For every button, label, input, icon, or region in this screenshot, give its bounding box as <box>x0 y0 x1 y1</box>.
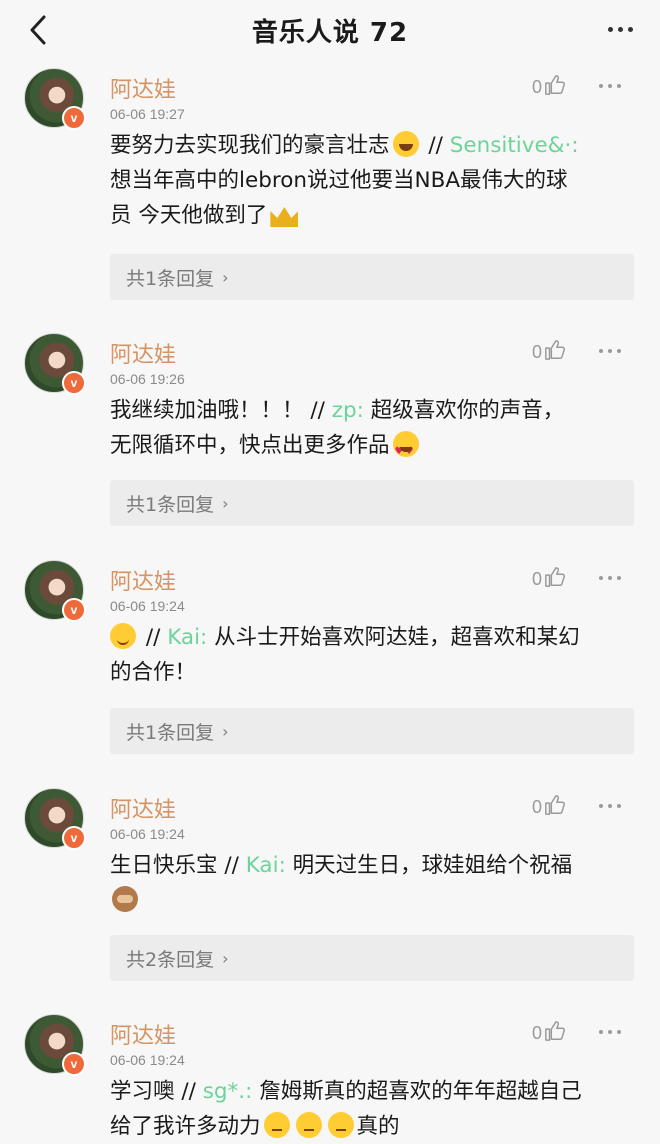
more-dots-icon <box>607 26 633 32</box>
comment-time: 06-06 19:24 <box>110 598 185 614</box>
chevron-right-icon: › <box>222 267 229 287</box>
commenter-name[interactable]: 阿达娃 <box>110 337 176 369</box>
like-button[interactable]: 0 <box>532 74 566 96</box>
view-replies-button[interactable]: 共1条回复 › <box>110 480 634 526</box>
smile-emoji-icon <box>110 623 136 649</box>
neutral-face-emoji-icon <box>295 1112 322 1138</box>
comment-text: // Kai: 从斗士开始喜欢阿达娃，超喜欢和某幻 的合作！ <box>110 623 580 685</box>
comment-time: 06-06 19:24 <box>110 826 185 842</box>
more-dots-icon <box>599 84 621 88</box>
comment-text: 学习噢 // sg*.: 詹姆斯真的超喜欢的年年超越自己 给了我许多动力 真的 <box>110 1079 582 1139</box>
mention-link[interactable]: Sensitive&·: <box>450 133 579 158</box>
comment-time: 06-06 19:27 <box>110 106 185 122</box>
chevron-right-icon: › <box>222 493 229 513</box>
comment-more-button[interactable] <box>592 568 628 588</box>
chevron-right-icon: › <box>222 721 229 741</box>
more-dots-icon <box>599 349 621 353</box>
view-replies-button[interactable]: 共2条回复 › <box>110 935 634 981</box>
like-button[interactable]: 0 <box>532 794 566 816</box>
commenter-name[interactable]: 阿达娃 <box>110 564 176 596</box>
comment-text: 生日快乐宝 // Kai: 明天过生日，球娃姐给个祝福 <box>110 848 636 918</box>
comment-more-button[interactable] <box>592 341 628 361</box>
commenter-name[interactable]: 阿达娃 <box>110 72 176 104</box>
thumbs-up-icon <box>545 795 566 815</box>
thumbs-up-icon <box>545 1021 566 1041</box>
more-options-button[interactable] <box>600 14 640 44</box>
like-button[interactable]: 0 <box>532 1020 566 1042</box>
like-button[interactable]: 0 <box>532 339 566 361</box>
comment-text: 要努力去实现我们的豪言壮志 // Sensitive&·: 想当年高中的lebro… <box>110 131 579 228</box>
thumbs-up-icon <box>545 567 566 587</box>
thumbs-up-icon <box>545 340 566 360</box>
like-count: 0 <box>532 797 543 817</box>
comment-more-button[interactable] <box>592 796 628 816</box>
like-count: 0 <box>532 342 543 362</box>
mention-link[interactable]: zp: <box>332 398 364 423</box>
comment-time: 06-06 19:26 <box>110 371 185 387</box>
more-dots-icon <box>599 1030 621 1034</box>
page-title: 音乐人说 72 <box>251 18 409 48</box>
crown-emoji-icon <box>270 207 299 227</box>
mention-link[interactable]: Kai: <box>167 625 207 650</box>
comment-more-button[interactable] <box>592 76 628 96</box>
avatar[interactable]: v <box>24 788 86 850</box>
verified-badge-icon: v <box>62 598 86 622</box>
avatar[interactable]: v <box>24 68 86 130</box>
comment-text: 我继续加油哦！！！ // zp: 超级喜欢你的声音， 无限循环中，快点出更多作品 <box>110 393 636 469</box>
commenter-name[interactable]: 阿达娃 <box>110 1018 176 1050</box>
comment-more-button[interactable] <box>592 1022 628 1042</box>
neutral-face-emoji-icon <box>327 1112 354 1138</box>
avatar[interactable]: v <box>24 560 86 622</box>
verified-badge-icon: v <box>62 371 86 395</box>
verified-badge-icon: v <box>62 826 86 850</box>
like-count: 0 <box>532 569 543 589</box>
nav-bar: 音乐人说 72 <box>0 0 660 58</box>
mention-link[interactable]: Kai: <box>246 853 286 878</box>
view-replies-button[interactable]: 共1条回复 › <box>110 708 634 754</box>
more-dots-icon <box>599 576 621 580</box>
like-count: 0 <box>532 77 543 97</box>
avatar[interactable]: v <box>24 333 86 395</box>
chevron-right-icon: › <box>222 948 229 968</box>
commenter-name[interactable]: 阿达娃 <box>110 792 176 824</box>
see-no-evil-monkey-emoji-icon <box>112 886 138 912</box>
more-dots-icon <box>599 804 621 808</box>
like-button[interactable]: 0 <box>532 566 566 588</box>
verified-badge-icon: v <box>62 1052 86 1076</box>
comment-time: 06-06 19:24 <box>110 1052 185 1068</box>
like-count: 0 <box>532 1023 543 1043</box>
mention-link[interactable]: sg*.: <box>203 1079 253 1104</box>
avatar[interactable]: v <box>24 1014 86 1076</box>
laughing-emoji-icon <box>392 131 419 157</box>
heart-eyes-emoji-icon <box>392 431 419 469</box>
view-replies-button[interactable]: 共1条回复 › <box>110 254 634 300</box>
thumbs-up-icon <box>545 75 566 95</box>
neutral-face-emoji-icon <box>263 1112 290 1138</box>
verified-badge-icon: v <box>62 106 86 130</box>
